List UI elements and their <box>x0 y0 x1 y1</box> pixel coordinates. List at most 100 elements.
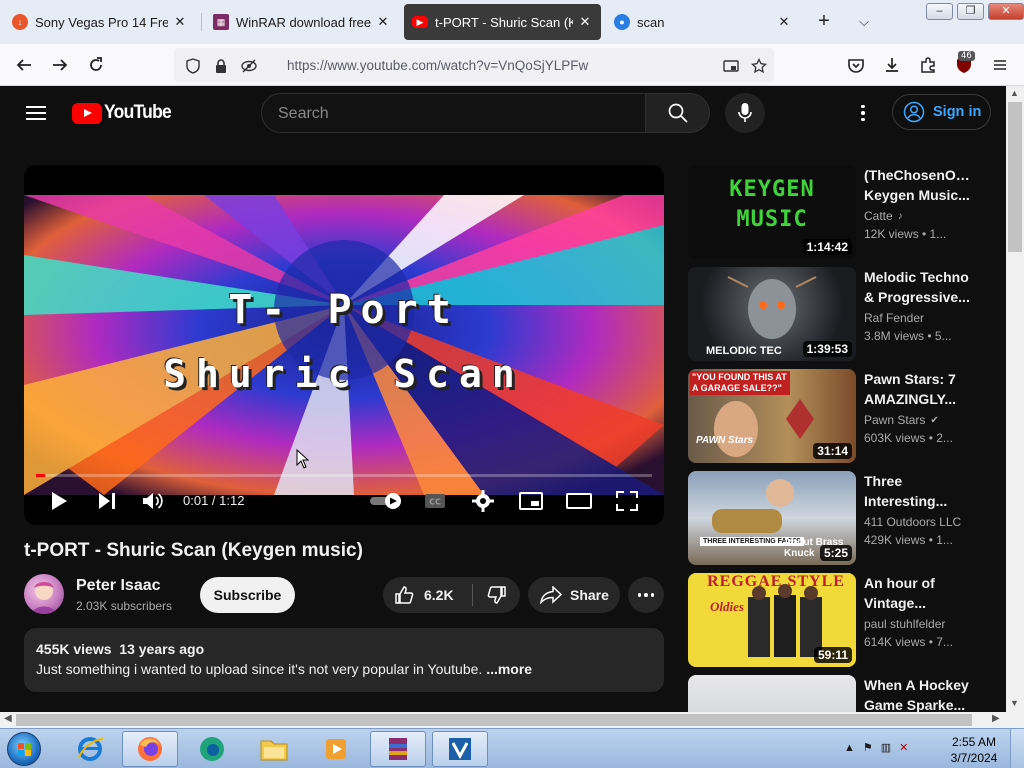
scroll-right-icon[interactable]: ▶ <box>992 713 1000 724</box>
recommendation-item[interactable]: THREE INTERESTING FACTS About Brass Knuc… <box>688 471 988 567</box>
back-button[interactable] <box>12 53 36 77</box>
recommendation-thumbnail[interactable] <box>688 675 856 712</box>
lock-icon[interactable] <box>212 57 230 75</box>
recommendation-thumbnail[interactable]: REGGAE STYLE Oldies 59:11 <box>688 573 856 667</box>
vertical-scroll-thumb[interactable] <box>1008 102 1022 252</box>
app-menu-button[interactable] <box>988 53 1012 77</box>
winrar-taskbar-button[interactable] <box>370 731 426 767</box>
mute-button[interactable] <box>140 488 166 514</box>
start-button[interactable] <box>7 732 41 766</box>
fullscreen-button[interactable] <box>614 488 640 514</box>
downloads-button[interactable] <box>880 53 904 77</box>
description-box[interactable]: 455K views 13 years ago Just something i… <box>24 628 664 692</box>
close-window-button[interactable]: ✕ <box>988 3 1024 20</box>
close-tab-icon[interactable]: ✕ <box>577 14 593 30</box>
close-tab-icon[interactable]: ✕ <box>172 14 188 30</box>
reload-button[interactable] <box>84 53 108 77</box>
share-label: Share <box>570 587 609 603</box>
bookmark-star-icon[interactable] <box>750 57 768 75</box>
action-center-flag-icon[interactable]: ⚑ <box>863 741 873 754</box>
show-desktop-button[interactable] <box>1010 729 1024 768</box>
search-input[interactable]: Search <box>261 93 646 133</box>
view-date-line: 455K views 13 years ago <box>36 641 652 657</box>
settings-button[interactable] <box>470 488 496 514</box>
recommendation-item[interactable]: REGGAE STYLE Oldies 59:11 An hour of Vint… <box>688 573 988 669</box>
recommendation-item[interactable]: When A Hockey Game Sparke... <box>688 675 988 712</box>
show-more-link[interactable]: ...more <box>486 661 532 677</box>
close-tab-icon[interactable]: ✕ <box>375 14 391 30</box>
more-actions-button[interactable] <box>628 577 664 613</box>
recommendation-thumbnail[interactable]: "YOU FOUND THIS AT A GARAGE SALE??" PAWN… <box>688 369 856 463</box>
picture-in-picture-icon[interactable] <box>722 57 740 75</box>
url-bar[interactable]: https://www.youtube.com/watch?v=VnQoSjYL… <box>174 48 774 82</box>
network-icon[interactable]: ▥ <box>881 741 891 754</box>
shield-icon[interactable] <box>184 57 202 75</box>
guide-menu-button[interactable] <box>26 103 46 123</box>
edge-taskbar-button[interactable] <box>184 731 240 767</box>
close-tab-icon[interactable]: ✕ <box>776 14 792 30</box>
firefox-taskbar-button[interactable] <box>122 731 178 767</box>
theater-mode-button[interactable] <box>566 488 592 514</box>
vegas-installer-taskbar-button[interactable] <box>432 731 488 767</box>
sign-in-button[interactable]: Sign in <box>892 94 991 130</box>
download-icon <box>886 58 898 72</box>
clock-date: 3/7/2024 <box>950 751 998 765</box>
search-placeholder: Search <box>278 105 329 122</box>
recommendation-thumbnail[interactable]: KEYGEN MUSIC 1:14:42 <box>688 165 856 259</box>
pocket-button[interactable] <box>844 53 868 77</box>
extensions-button[interactable] <box>916 53 940 77</box>
scroll-left-icon[interactable]: ◀ <box>4 713 12 724</box>
system-clock[interactable]: 2:55 AM 3/7/2024 <box>946 734 1002 766</box>
minimize-button[interactable]: – <box>926 3 953 20</box>
tab-sony-vegas[interactable]: ↓ Sony Vegas Pro 14 Free Do ✕ <box>4 4 196 40</box>
windows-logo-icon <box>18 743 31 756</box>
autoplay-toggle[interactable] <box>368 488 404 514</box>
captions-button[interactable]: CC <box>422 488 448 514</box>
dislike-button[interactable] <box>474 577 520 613</box>
tab-scan[interactable]: ● scan ✕ <box>606 4 800 40</box>
voice-search-button[interactable] <box>725 93 765 133</box>
share-button[interactable]: Share <box>528 577 620 613</box>
list-all-tabs-button[interactable]: ⌵ <box>852 10 876 34</box>
file-explorer-taskbar-button[interactable] <box>246 731 302 767</box>
scroll-down-icon[interactable]: ▼ <box>1010 698 1019 708</box>
channel-avatar[interactable] <box>24 574 64 614</box>
recommendation-meta: 614K views • 7... <box>864 635 953 649</box>
forward-arrow-icon <box>53 59 68 71</box>
media-player-taskbar-button[interactable] <box>308 731 364 767</box>
forward-button[interactable] <box>48 53 72 77</box>
video-duration: 31:14 <box>813 443 852 459</box>
search-button[interactable] <box>646 93 710 133</box>
maximize-button[interactable]: ❐ <box>957 3 984 20</box>
vertical-scrollbar[interactable]: ▲ ▼ <box>1006 86 1024 712</box>
video-player[interactable]: T- Port Shuric Scan 0:01 / 1:12 CC <box>24 165 664 525</box>
new-tab-button[interactable]: + <box>812 10 836 34</box>
url-text[interactable]: https://www.youtube.com/watch?v=VnQoSjYL… <box>287 58 588 73</box>
tray-expand-icon[interactable]: ▲ <box>844 742 855 754</box>
recommendation-thumbnail[interactable]: THREE INTERESTING FACTS About Brass Knuc… <box>688 471 856 565</box>
tracking-protection-icon[interactable] <box>240 57 258 75</box>
miniplayer-button[interactable] <box>518 488 544 514</box>
volume-muted-icon[interactable]: ✕ <box>899 741 908 754</box>
autoplay-toggle-icon <box>370 493 401 509</box>
play-button[interactable] <box>46 488 72 514</box>
subscriber-count: 2.03K subscribers <box>76 599 173 613</box>
scroll-up-icon[interactable]: ▲ <box>1010 88 1019 98</box>
tab-youtube-active[interactable]: ▶ t-PORT - Shuric Scan (Keyg ✕ <box>404 4 601 40</box>
recommendation-item[interactable]: "YOU FOUND THIS AT A GARAGE SALE??" PAWN… <box>688 369 988 465</box>
youtube-logo[interactable]: YouTube <box>72 102 177 124</box>
settings-menu-button[interactable] <box>853 103 873 123</box>
next-button[interactable] <box>94 488 120 514</box>
internet-explorer-taskbar-button[interactable] <box>62 731 118 767</box>
video-frame[interactable] <box>24 195 664 495</box>
channel-name[interactable]: Peter Isaac <box>76 577 161 595</box>
like-button[interactable]: 6.2K <box>383 577 473 613</box>
progress-bar[interactable] <box>36 474 652 477</box>
recommendation-item[interactable]: KEYGEN MUSIC 1:14:42 (TheChosenOne Keygen… <box>688 165 988 261</box>
horizontal-scroll-thumb[interactable] <box>16 714 972 726</box>
recommendation-item[interactable]: MELODIC TEC 1:39:53 Melodic Techno & Prog… <box>688 267 988 363</box>
horizontal-scrollbar[interactable]: ◀ ▶ <box>0 712 1006 728</box>
subscribe-button[interactable]: Subscribe <box>200 577 295 613</box>
recommendation-thumbnail[interactable]: MELODIC TEC 1:39:53 <box>688 267 856 361</box>
tab-winrar[interactable]: ▦ WinRAR download free and ✕ <box>205 4 399 40</box>
